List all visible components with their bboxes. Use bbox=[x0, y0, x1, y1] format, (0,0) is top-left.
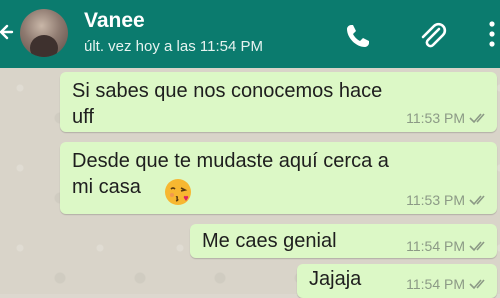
message-time: 11:53 PM bbox=[406, 192, 465, 208]
message-meta: 11:54 PM bbox=[406, 276, 489, 292]
message-text: Me caes genial bbox=[202, 230, 337, 252]
message-meta: 11:54 PM bbox=[406, 238, 489, 254]
message-bubble[interactable]: Si sabes que nos conocemos hace uff 11:5… bbox=[60, 72, 497, 132]
message-bubble[interactable]: Jajaja 11:54 PM bbox=[297, 264, 497, 298]
double-check-icon bbox=[469, 195, 485, 206]
phone-icon[interactable] bbox=[342, 20, 374, 52]
double-check-icon bbox=[469, 279, 485, 290]
message-text: Si sabes que nos conocemos hace uff bbox=[72, 80, 383, 128]
chat-header: Vanee últ. vez hoy a las 11:54 PM bbox=[0, 0, 500, 68]
message-text: Jajaja bbox=[309, 268, 362, 290]
double-check-icon bbox=[469, 113, 485, 124]
message-bubble[interactable]: Desde que te mudaste aquí cerca a mi cas… bbox=[60, 142, 497, 214]
kissing-face-emoji bbox=[165, 179, 191, 205]
message-time: 11:54 PM bbox=[406, 238, 465, 254]
message-text: Desde que te mudaste aquí cerca a mi cas… bbox=[72, 150, 389, 198]
more-vert-icon[interactable] bbox=[484, 18, 500, 50]
contact-name[interactable]: Vanee bbox=[84, 9, 145, 33]
message-bubble[interactable]: Me caes genial 11:54 PM bbox=[190, 224, 497, 258]
avatar[interactable] bbox=[20, 9, 68, 57]
double-check-icon bbox=[469, 241, 485, 252]
message-meta: 11:53 PM bbox=[406, 192, 489, 208]
message-time: 11:53 PM bbox=[406, 110, 465, 126]
message-meta: 11:53 PM bbox=[406, 110, 489, 126]
arrow-left-icon[interactable] bbox=[0, 22, 14, 42]
last-seen-status: últ. vez hoy a las 11:54 PM bbox=[84, 38, 263, 55]
chat-area: Si sabes que nos conocemos hace uff 11:5… bbox=[0, 68, 500, 298]
paperclip-icon[interactable] bbox=[416, 20, 448, 52]
message-time: 11:54 PM bbox=[406, 276, 465, 292]
